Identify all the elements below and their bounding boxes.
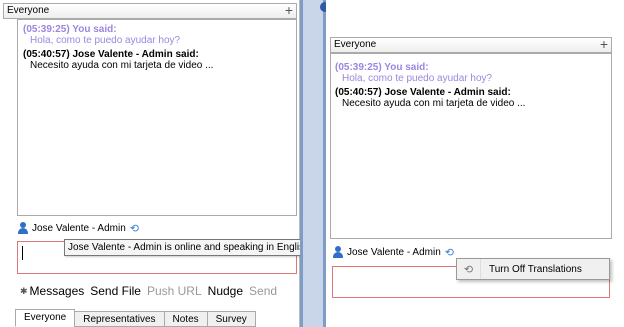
tab-survey[interactable]: Survey — [206, 311, 256, 327]
star-icon: ✱ — [20, 285, 28, 296]
message-header: (05:40:57) Jose Valente - Admin said: — [23, 49, 199, 60]
person-icon — [17, 222, 28, 234]
visitor-status: Jose Valente - Admin ⟲ — [332, 243, 454, 261]
message-text: Necesito ayuda con mi tarjeta de video .… — [342, 98, 526, 109]
plus-icon[interactable]: + — [285, 2, 293, 18]
tab-bar: Everyone Representatives Notes Survey — [15, 309, 256, 327]
translate-icon[interactable]: ⟲ — [130, 222, 139, 235]
tab-notes[interactable]: Notes — [163, 311, 208, 327]
visitor-name: Jose Valente - Admin — [347, 246, 441, 258]
visitor-name: Jose Valente - Admin — [32, 222, 126, 234]
action-bar: ✱ Messages Send File Push URL Nudge Send — [20, 284, 283, 298]
message-text: Hola, como te puedo ayudar hoy? — [342, 73, 493, 84]
pane-divider[interactable] — [300, 0, 330, 327]
text-caret — [22, 246, 23, 260]
messages-button[interactable]: Messages — [30, 284, 85, 298]
message-header: (05:40:57) Jose Valente - Admin said: — [335, 87, 511, 98]
channel-title: Everyone — [334, 39, 377, 50]
divider-inner — [303, 0, 323, 327]
visitor-status: Jose Valente - Admin ⟲ — [17, 219, 139, 237]
person-icon — [332, 246, 343, 258]
translate-icon[interactable]: ⟲ — [445, 246, 454, 259]
send-button[interactable]: Send — [249, 284, 277, 298]
message-header: (05:39:25) You said: — [335, 62, 429, 73]
send-file-button[interactable]: Send File — [90, 284, 141, 298]
turn-off-translations-item[interactable]: Turn Off Translations — [481, 264, 582, 275]
tab-everyone[interactable]: Everyone — [15, 309, 76, 327]
message-text: Hola, como te puedo ayudar hoy? — [30, 35, 181, 46]
plus-icon[interactable]: + — [600, 36, 608, 52]
nudge-button[interactable]: Nudge — [208, 284, 243, 298]
left-chat-pane: Everyone + (05:39:25) You said: Hola, co… — [0, 0, 300, 327]
translate-icon: ⟲ — [457, 259, 481, 279]
chat-transcript: (05:39:25) You said: Hola, como te puedo… — [330, 53, 612, 239]
channel-title: Everyone — [7, 5, 50, 16]
tab-representatives[interactable]: Representatives — [74, 311, 165, 327]
status-tooltip: Jose Valente - Admin is online and speak… — [64, 239, 322, 256]
push-url-button[interactable]: Push URL — [147, 284, 202, 298]
chat-transcript: (05:39:25) You said: Hola, como te puedo… — [17, 19, 297, 216]
channel-header: Everyone + — [330, 36, 612, 53]
channel-header: Everyone + — [3, 2, 297, 19]
context-menu: ⟲ Turn Off Translations — [456, 258, 610, 280]
message-header: (05:39:25) You said: — [23, 24, 117, 35]
message-text: Necesito ayuda con mi tarjeta de video .… — [30, 60, 214, 71]
